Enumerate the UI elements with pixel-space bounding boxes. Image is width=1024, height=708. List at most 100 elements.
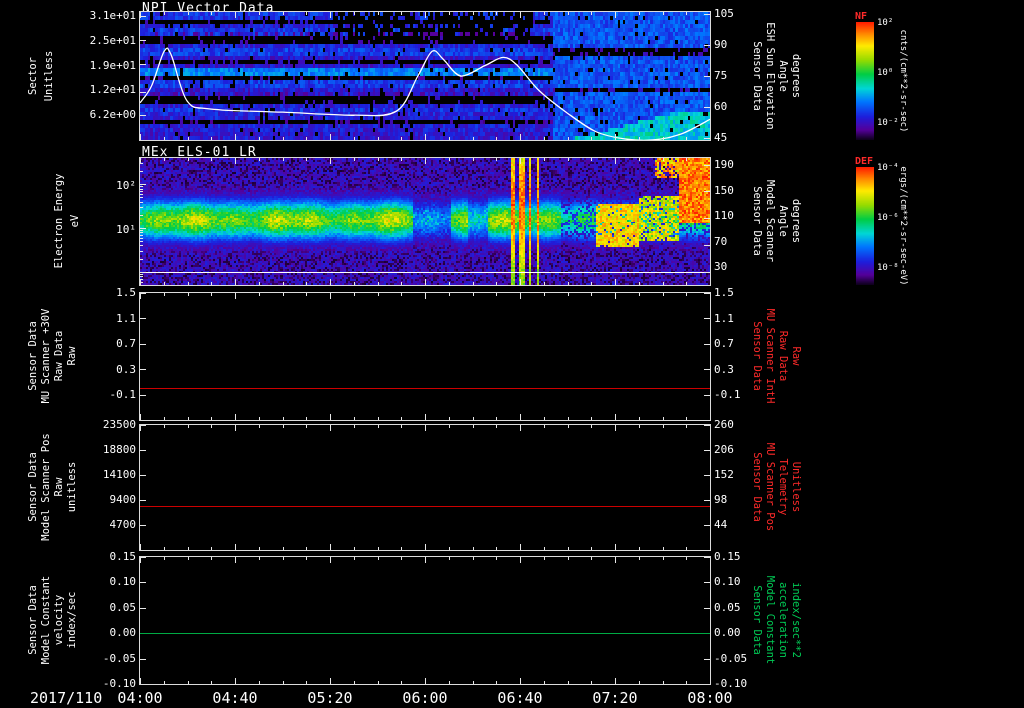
def-colorbar-units: ergs/(cm**2-sr-sec-eV): [898, 166, 908, 286]
def-colorbar: [856, 167, 874, 285]
tick-label: 1.2e+01: [89, 83, 136, 97]
model-constant-velocity-plot-canvas: [139, 556, 711, 685]
x-axis-tick-label: 06:40: [497, 689, 543, 707]
tick-label: 10²: [877, 18, 894, 28]
tick-label: 0.7: [714, 337, 734, 350]
tick-label: 1.1: [714, 311, 734, 325]
tick-label: 10¹: [116, 223, 136, 236]
mu30v-left-axis-label-line: Raw Data: [53, 330, 65, 382]
npi-left-ticks: 3.1e+01 2.5e+01 1.9e+01 1.2e+01 6.2e+00: [78, 9, 136, 121]
npi-spectrogram-canvas: [139, 11, 711, 141]
x-axis-tick-label: 04:00: [117, 689, 163, 707]
tick-label: 0.05: [109, 600, 137, 614]
nf-colorbar-label: NF: [855, 11, 868, 22]
tick-label: 70: [714, 234, 728, 248]
scanpos-left-axis-label-line: unitless: [66, 461, 78, 513]
tick-label: 1.9e+01: [89, 58, 136, 72]
tick-label: 1.1: [116, 311, 136, 325]
tick-label: 260: [714, 418, 734, 431]
x-axis-tick-label: 05:20: [307, 689, 353, 707]
velocity-left-ticks: 0.15 0.10 0.05 0.00 -0.05 -0.10: [78, 550, 137, 690]
tick-label: 14100: [102, 468, 136, 481]
tick-label: 1.5: [116, 286, 136, 299]
npi-right-axis-label-line: Sensor Data: [751, 41, 763, 111]
tick-label: 0.15: [714, 550, 741, 563]
velocity-left-axis-label-line: index/sec: [66, 591, 78, 649]
mu30v-right-axis-label-line: Raw Data: [777, 330, 789, 382]
tick-label: -0.05: [714, 651, 748, 665]
model-scanner-pos-plot-canvas: [139, 424, 711, 551]
plot-figure: NPI Vector Data Sector Unitless 3.1e+01 …: [0, 0, 1024, 708]
tick-label: 0.3: [714, 362, 734, 376]
x-axis-tick-label: 08:00: [687, 689, 733, 707]
mu30v-right-axis-label-line: Sensor Data: [751, 321, 763, 391]
tick-label: 18800: [102, 443, 136, 456]
tick-label: 60: [714, 100, 728, 113]
npi-right-axis-label-line: Angle: [777, 60, 789, 92]
scanpos-right-axis-label-line: MU Scanner Pos: [764, 442, 776, 532]
x-axis-tick-label: 04:40: [212, 689, 258, 707]
tick-label: 6.2e+00: [89, 108, 136, 121]
mu-scanner-30v-plot-canvas: [139, 292, 711, 421]
tick-label: 206: [714, 443, 734, 456]
velocity-right-axis-label-line: Model Constant: [764, 575, 776, 665]
scanpos-right-axis-label-line: Unitless: [790, 461, 802, 513]
scanpos-right-axis-label-line: Telemetry: [777, 458, 789, 516]
nf-colorbar-units: cnts/(cm**2-sr-sec): [898, 29, 908, 133]
els-left-axis-label-line: Electron Energy: [53, 173, 65, 269]
mu30v-right-axis-label-line: MU Scanner IntH: [764, 308, 776, 404]
els-right-axis-label-line: Model Scanner: [764, 179, 776, 263]
tick-label: -0.10: [102, 676, 136, 690]
tick-label: 0.00: [714, 626, 741, 640]
tick-label: 23500: [102, 418, 136, 431]
velocity-right-axis-label-line: Sensor Data: [751, 585, 763, 655]
tick-label: 0.15: [109, 550, 137, 563]
mu30v-right-axis-label-line: Raw: [790, 346, 802, 366]
tick-label: 110: [714, 209, 734, 222]
date-label: 2017/110: [30, 689, 103, 707]
tick-label: 0.05: [714, 600, 741, 614]
velocity-left-axis-label-line: Model Constant: [40, 575, 52, 665]
tick-label: 190: [714, 158, 734, 171]
els-right-axis-label-line: Angle: [777, 205, 789, 237]
mu30v-left-axis-label-line: Sensor Data: [27, 321, 39, 391]
tick-label: 0.7: [116, 337, 136, 350]
tick-label: 150: [714, 183, 734, 197]
mu30v-left-axis-label-line: MU Scanner +30V: [40, 308, 52, 404]
x-axis-tick-label: 07:20: [592, 689, 638, 707]
velocity-left-axis-label-line: velocity: [53, 594, 65, 646]
npi-left-axis-label-line: Unitless: [43, 50, 55, 102]
tick-label: 75: [714, 69, 728, 82]
scanpos-left-axis-label-line: Sensor Data: [27, 452, 39, 522]
mu30v-left-ticks: 1.5 1.1 0.7 0.3 -0.1: [78, 286, 137, 401]
tick-label: 1.5: [714, 286, 734, 299]
tick-label: 0.00: [109, 626, 137, 640]
velocity-right-axis-label-line: acceleration: [777, 582, 789, 658]
tick-label: 3.1e+01: [89, 9, 136, 22]
tick-label: 30: [714, 260, 728, 273]
tick-label: -0.10: [714, 676, 748, 690]
els-right-axis-label-line: degrees: [790, 198, 802, 244]
mu30v-left-axis-label-line: Raw: [66, 346, 78, 366]
tick-label: -0.1: [714, 388, 741, 401]
tick-label: 152: [714, 468, 734, 481]
velocity-left-axis-label-line: Sensor Data: [27, 585, 39, 655]
nf-colorbar: [856, 22, 874, 140]
tick-label: 90: [714, 38, 728, 51]
scanpos-right-axis-label-line: Sensor Data: [751, 452, 763, 522]
tick-label: 10²: [116, 179, 136, 192]
els-spectrogram-canvas: [139, 157, 711, 286]
npi-left-axis-label-line: Sector: [27, 57, 39, 95]
tick-label: 45: [714, 131, 728, 144]
scanpos-left-axis-label-line: Model Scanner Pos: [40, 433, 52, 541]
els-right-axis-label-line: Sensor Data: [751, 186, 763, 256]
tick-label: 105: [714, 7, 734, 20]
tick-label: 0.10: [109, 575, 137, 589]
els-left-axis-label-line: eV: [69, 214, 81, 228]
tick-label: 98: [714, 493, 728, 506]
npi-right-axis-label-line: ESH Sun Elevation: [764, 22, 776, 130]
tick-label: -0.05: [102, 651, 136, 665]
velocity-right-axis-label-line: index/sec**2: [790, 582, 802, 658]
tick-label: -0.1: [109, 388, 137, 401]
tick-label: 44: [714, 518, 728, 531]
